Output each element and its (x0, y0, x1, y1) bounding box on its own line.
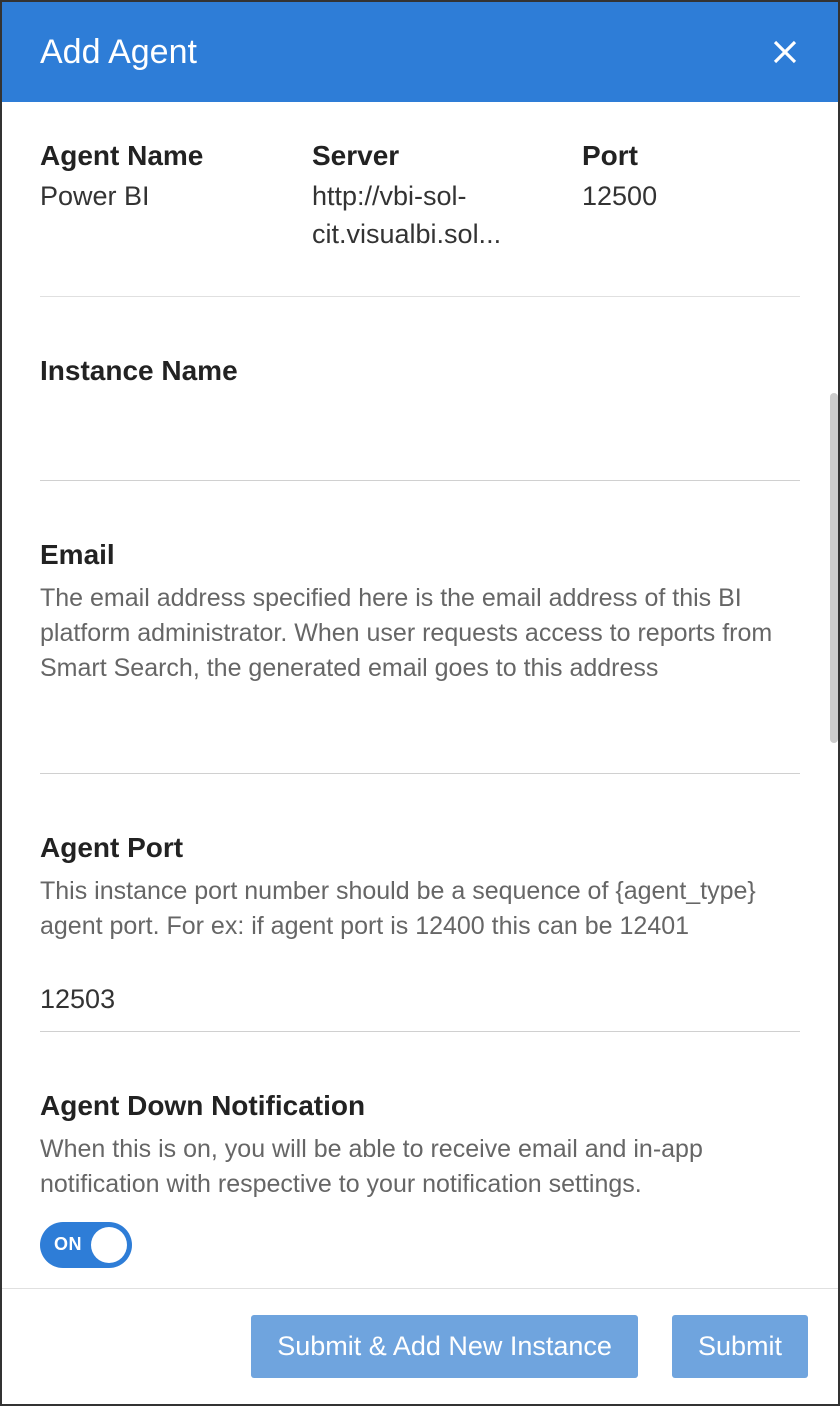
submit-add-new-button[interactable]: Submit & Add New Instance (251, 1315, 638, 1378)
summary-server: Server http://vbi-sol-cit.visualbi.sol..… (312, 140, 582, 254)
agent-port-input[interactable] (40, 966, 800, 1032)
toggle-knob (91, 1227, 127, 1263)
summary-row: Agent Name Power BI Server http://vbi-so… (40, 140, 800, 297)
agent-port-description: This instance port number should be a se… (40, 874, 800, 944)
modal-body: Agent Name Power BI Server http://vbi-so… (2, 102, 838, 1285)
scrollbar[interactable] (830, 393, 838, 743)
email-description: The email address specified here is the … (40, 581, 800, 686)
instance-name-input[interactable] (40, 415, 800, 481)
port-label: Port (582, 140, 800, 172)
server-label: Server (312, 140, 582, 172)
summary-port: Port 12500 (582, 140, 800, 254)
toggle-on-label: ON (54, 1234, 82, 1255)
server-value: http://vbi-sol-cit.visualbi.sol... (312, 178, 582, 254)
instance-name-label: Instance Name (40, 355, 800, 387)
email-label: Email (40, 539, 800, 571)
modal-footer: Submit & Add New Instance Submit (2, 1288, 838, 1404)
modal-title: Add Agent (40, 33, 197, 72)
notification-description: When this is on, you will be able to rec… (40, 1132, 800, 1202)
agent-port-label: Agent Port (40, 832, 800, 864)
email-input[interactable] (40, 708, 800, 774)
agent-port-section: Agent Port This instance port number sho… (40, 774, 800, 1032)
close-button[interactable] (770, 37, 800, 67)
notification-label: Agent Down Notification (40, 1090, 800, 1122)
instance-name-section: Instance Name (40, 297, 800, 481)
agent-name-label: Agent Name (40, 140, 312, 172)
email-section: Email The email address specified here i… (40, 481, 800, 774)
summary-agent-name: Agent Name Power BI (40, 140, 312, 254)
close-icon (770, 37, 800, 67)
port-value: 12500 (582, 178, 800, 216)
modal-header: Add Agent (2, 2, 838, 102)
notification-section: Agent Down Notification When this is on,… (40, 1032, 800, 1268)
submit-button[interactable]: Submit (672, 1315, 808, 1378)
notification-toggle[interactable]: ON (40, 1222, 132, 1268)
agent-name-value: Power BI (40, 178, 312, 216)
